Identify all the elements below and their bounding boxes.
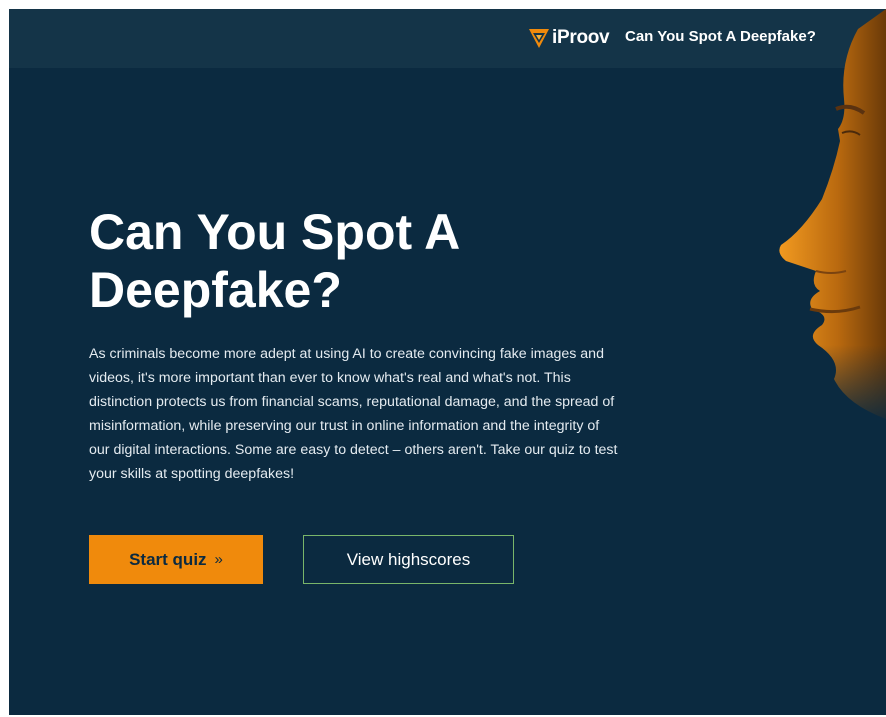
face-profile-illustration (776, 9, 886, 429)
view-highscores-label: View highscores (346, 549, 471, 569)
view-highscores-button[interactable]: View highscores (303, 535, 514, 584)
top-bar: iProov Can You Spot A Deepfake? (9, 9, 886, 68)
double-chevron-right-icon: » (214, 551, 223, 568)
start-quiz-label: Start quiz (129, 549, 207, 569)
page-heading: Can You Spot A Deepfake? (89, 204, 459, 318)
logo[interactable]: iProov (528, 24, 610, 52)
app-window: iProov Can You Spot A Deepfake? Can You … (9, 9, 886, 715)
iproov-chevron-logo-icon (528, 27, 550, 49)
logo-text: iProov (552, 27, 610, 48)
intro-paragraph: As criminals become more adept at using … (89, 346, 618, 482)
start-quiz-button[interactable]: Start quiz » (89, 535, 263, 584)
